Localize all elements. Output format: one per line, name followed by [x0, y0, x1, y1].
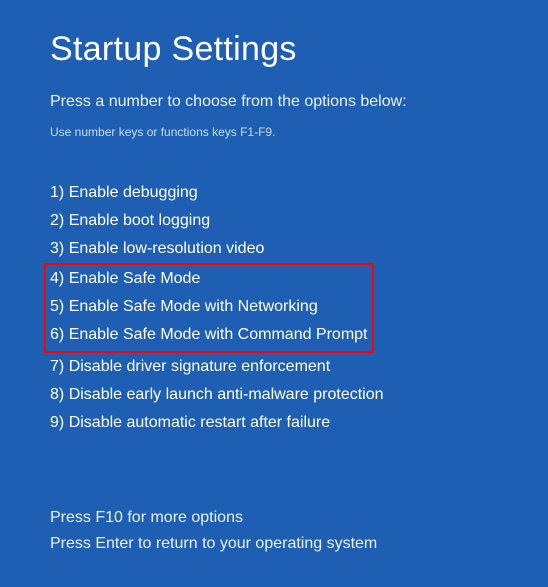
option-9[interactable]: 9) Disable automatic restart after failu… — [50, 409, 498, 437]
footer-return: Press Enter to return to your operating … — [50, 531, 377, 557]
option-7[interactable]: 7) Disable driver signature enforcement — [50, 353, 498, 381]
subtitle: Press a number to choose from the option… — [50, 93, 498, 111]
page-title: Startup Settings — [50, 30, 498, 69]
key-hint: Use number keys or functions keys F1-F9. — [50, 125, 498, 139]
option-2[interactable]: 2) Enable boot logging — [50, 207, 498, 235]
highlight-annotation: 4) Enable Safe Mode 5) Enable Safe Mode … — [44, 263, 374, 353]
option-4[interactable]: 4) Enable Safe Mode — [50, 265, 368, 293]
footer-more-options: Press F10 for more options — [50, 505, 377, 531]
option-3[interactable]: 3) Enable low-resolution video — [50, 235, 498, 263]
option-1[interactable]: 1) Enable debugging — [50, 179, 498, 207]
footer: Press F10 for more options Press Enter t… — [50, 505, 377, 557]
option-8[interactable]: 8) Disable early launch anti-malware pro… — [50, 381, 498, 409]
option-6[interactable]: 6) Enable Safe Mode with Command Prompt — [50, 321, 368, 349]
options-list: 1) Enable debugging 2) Enable boot loggi… — [50, 179, 498, 437]
option-5[interactable]: 5) Enable Safe Mode with Networking — [50, 293, 368, 321]
